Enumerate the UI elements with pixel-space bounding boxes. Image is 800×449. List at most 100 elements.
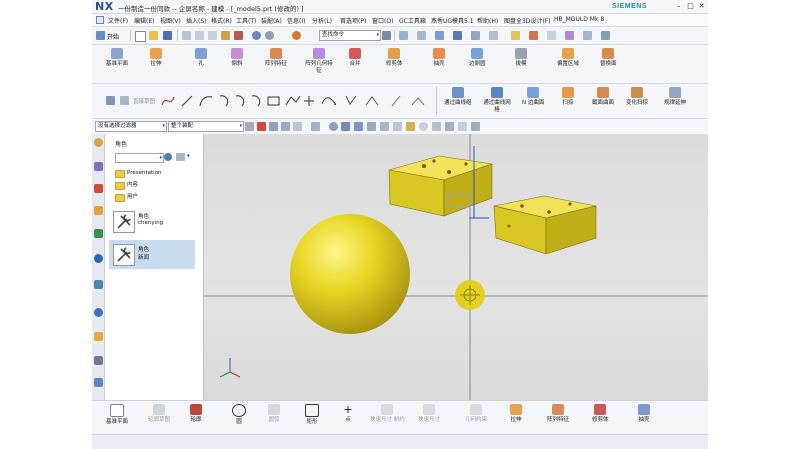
fit-view-icon[interactable]: [399, 31, 408, 40]
menu-help[interactable]: 帮助(H): [477, 16, 498, 25]
shell-button[interactable]: 抽壳: [433, 48, 445, 68]
minimize-button[interactable]: –: [674, 2, 683, 10]
shell-button-bottom[interactable]: 抽壳: [638, 404, 650, 424]
snap-quadrant-icon[interactable]: [419, 122, 428, 131]
hd3d-tools-icon[interactable]: [94, 229, 103, 238]
sketch-icon[interactable]: [106, 96, 115, 105]
extrude-button[interactable]: 拉伸: [150, 48, 162, 68]
swept-button[interactable]: 扫掠: [562, 87, 574, 107]
list-view-icon[interactable]: [176, 153, 185, 161]
through-curve-mesh-button[interactable]: 通过曲线网格: [481, 87, 513, 113]
select-curve-icon[interactable]: [367, 122, 376, 131]
analysis-icon[interactable]: [565, 31, 574, 40]
menu-information[interactable]: 信息(I): [287, 16, 305, 25]
select-sphere-icon[interactable]: [329, 122, 338, 131]
chevron-down-icon[interactable]: ▾: [187, 153, 190, 159]
direct-sketch-icon[interactable]: [120, 96, 129, 105]
snap-existing-point-icon[interactable]: [432, 122, 441, 131]
section-surface-button[interactable]: 截面曲面: [592, 87, 614, 107]
pattern-geometry-button[interactable]: 阵列几何特征: [304, 48, 334, 74]
copy-icon[interactable]: [195, 31, 204, 40]
snap-end-point-icon[interactable]: [257, 122, 266, 131]
palette-icon[interactable]: [94, 378, 103, 387]
edge-blend-button[interactable]: 边倒圆: [469, 48, 486, 68]
pattern-feature-button-bottom[interactable]: 阵列特征: [547, 404, 569, 424]
render-style-icon[interactable]: [453, 31, 462, 40]
reuse-library-icon[interactable]: [94, 206, 103, 215]
wcs-icon[interactable]: [511, 31, 520, 40]
roles-icon[interactable]: [94, 332, 103, 341]
new-file-icon[interactable]: [135, 31, 146, 42]
select-filter-icon[interactable]: [245, 122, 254, 131]
profile-button[interactable]: 轮廓: [190, 404, 202, 424]
menu-icon[interactable]: [96, 16, 104, 24]
open-folder-icon[interactable]: [149, 31, 158, 40]
start-label[interactable]: 开始: [107, 32, 119, 41]
view-section-icon[interactable]: [489, 31, 498, 40]
constraint-navigator-icon[interactable]: [94, 184, 103, 193]
sketch-curve-tools[interactable]: [160, 92, 450, 110]
circle-button[interactable]: 圆: [232, 404, 246, 426]
hole-button[interactable]: 孔: [195, 48, 207, 68]
n-sided-surface-button[interactable]: N 边曲面: [522, 87, 544, 107]
offset-region-button[interactable]: 偏置区域: [557, 48, 579, 68]
selection-filter-dropdown[interactable]: 没有选择过滤器 ▾: [95, 121, 167, 132]
dimension-constraint-button[interactable]: 快速尺寸 制约: [370, 404, 405, 424]
rapid-dimension-button[interactable]: 快速尺寸: [418, 404, 440, 424]
assembly-navigator-icon[interactable]: [94, 162, 103, 171]
redo-icon[interactable]: [265, 31, 274, 40]
menu-assembly[interactable]: 装配(A): [261, 16, 282, 25]
refresh-icon[interactable]: [164, 153, 172, 161]
repeat-command-icon[interactable]: [292, 31, 301, 40]
select-body-icon[interactable]: [354, 122, 363, 131]
select-rectangle-icon[interactable]: [311, 122, 320, 131]
datum-plane-button[interactable]: 基准平面: [106, 404, 128, 426]
menu-edit[interactable]: 编辑(E): [134, 16, 154, 25]
menu-yanxiu-mold[interactable]: 燕秀UG模具5.1: [431, 16, 474, 25]
datum-plane-button[interactable]: 基准平面: [106, 48, 128, 68]
role-filter-dropdown[interactable]: ▾: [115, 153, 164, 163]
cut-icon[interactable]: [182, 31, 191, 40]
more-commands-icon[interactable]: [382, 31, 391, 40]
close-button[interactable]: ✕: [697, 2, 706, 10]
menu-gc-toolkit[interactable]: GC工具箱: [399, 16, 426, 25]
point-button[interactable]: + 点: [342, 404, 354, 424]
select-point-icon[interactable]: [393, 122, 402, 131]
delete-icon[interactable]: [221, 31, 230, 40]
customize-icon[interactable]: [601, 31, 610, 40]
close-part-icon[interactable]: [234, 31, 243, 40]
tree-item-content[interactable]: 内容: [115, 179, 162, 191]
snap-center-icon[interactable]: [406, 122, 415, 131]
profile-sketch-button[interactable]: 轮廓草图: [148, 404, 170, 424]
menu-format[interactable]: 格式(R): [211, 16, 232, 25]
tree-item-presentation[interactable]: Presentation: [115, 167, 162, 179]
arc-button[interactable]: 圆弧: [268, 404, 280, 424]
menu-3d-design[interactable]: 图盘全3D设计(F): [504, 16, 551, 25]
edit-object-icon[interactable]: [583, 31, 592, 40]
menu-window[interactable]: 窗口(O): [372, 16, 393, 25]
pattern-feature-button[interactable]: 阵列特征: [265, 48, 287, 68]
geometric-constraint-button[interactable]: 几何约束: [465, 404, 487, 424]
restore-button[interactable]: □: [686, 2, 695, 10]
system-materials-icon[interactable]: [94, 308, 103, 317]
snap-point-icon[interactable]: [529, 31, 538, 40]
snap-mid-point-icon[interactable]: [269, 122, 278, 131]
save-icon[interactable]: [163, 31, 172, 40]
selection-scope-dropdown[interactable]: 整个装配 ▾: [168, 121, 244, 132]
tree-item-user[interactable]: 用户: [115, 191, 162, 203]
snap-on-curve-icon[interactable]: [445, 122, 454, 131]
replace-face-button[interactable]: 替换面: [600, 48, 617, 68]
trim-body-button-bottom[interactable]: 修剪体: [592, 404, 609, 424]
menu-preferences[interactable]: 首选项(P): [340, 16, 366, 25]
through-curves-button[interactable]: 通过曲线组: [444, 87, 472, 107]
graphics-window[interactable]: [204, 134, 708, 400]
rectangle-button[interactable]: 矩形: [305, 404, 319, 426]
history-icon[interactable]: [94, 280, 103, 289]
chamfer-button[interactable]: 倒斜: [231, 48, 243, 68]
trim-body-button[interactable]: 修剪体: [386, 48, 403, 68]
menu-insert[interactable]: 插入(S): [186, 16, 207, 25]
select-face-icon[interactable]: [341, 122, 350, 131]
select-edge-icon[interactable]: [380, 122, 389, 131]
paste-icon[interactable]: [208, 31, 217, 40]
measure-icon[interactable]: [547, 31, 556, 40]
